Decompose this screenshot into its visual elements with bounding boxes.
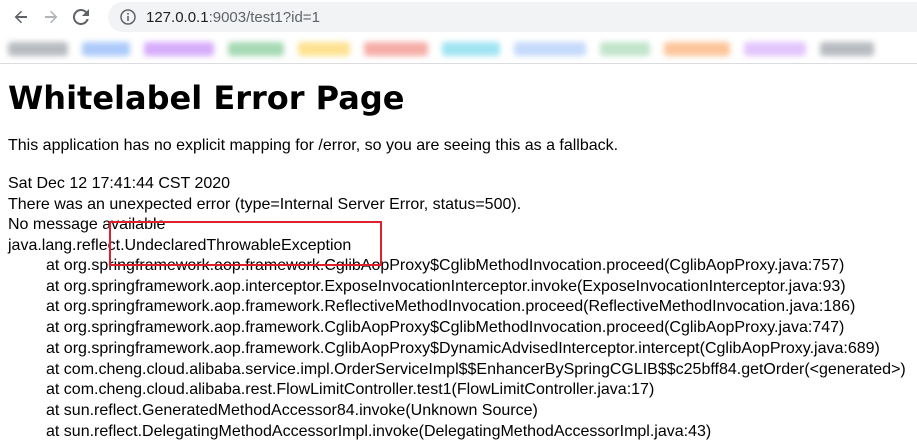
bookmark-item[interactable] xyxy=(228,41,284,56)
stack-trace-line: at org.springframework.aop.framework.Cgl… xyxy=(46,339,880,357)
bookmark-item[interactable] xyxy=(144,41,214,56)
stack-trace-line: at org.springframework.aop.interceptor.E… xyxy=(46,277,846,295)
fallback-message: This application has no explicit mapping… xyxy=(8,137,619,154)
bookmark-item[interactable] xyxy=(820,41,874,56)
bookmark-item[interactable] xyxy=(298,41,350,56)
browser-toolbar: 127.0.0.1:9003/test1?id=1 xyxy=(0,0,917,34)
forward-arrow-icon[interactable] xyxy=(36,2,66,32)
stack-trace: at org.springframework.aop.framework.Cgl… xyxy=(8,256,917,442)
info-icon[interactable] xyxy=(120,9,140,25)
url-text: 127.0.0.1:9003/test1?id=1 xyxy=(146,9,320,26)
bookmark-item[interactable] xyxy=(514,41,586,56)
bookmark-item[interactable] xyxy=(8,41,68,56)
url-path: :9003/test1?id=1 xyxy=(208,8,320,26)
error-line: There was an unexpected error (type=Inte… xyxy=(8,195,522,213)
bookmarks-bar xyxy=(0,34,917,64)
timestamp: Sat Dec 12 17:41:44 CST 2020 xyxy=(8,175,231,192)
back-arrow-icon[interactable] xyxy=(6,2,36,32)
bookmark-item[interactable] xyxy=(600,41,650,56)
bookmark-item[interactable] xyxy=(82,41,130,56)
url-host: 127.0.0.1 xyxy=(146,8,209,26)
stack-trace-line: at org.springframework.aop.framework.Ref… xyxy=(46,298,856,316)
stack-trace-line: at com.cheng.cloud.alibaba.rest.FlowLimi… xyxy=(46,381,655,399)
address-bar[interactable]: 127.0.0.1:9003/test1?id=1 xyxy=(108,2,917,32)
bookmark-item[interactable] xyxy=(664,41,730,56)
bookmark-item[interactable] xyxy=(744,41,806,56)
highlight-box xyxy=(109,221,382,266)
stack-trace-line: at sun.reflect.GeneratedMethodAccessor84… xyxy=(46,401,538,419)
reload-icon[interactable] xyxy=(66,2,96,32)
stack-trace-line: at sun.reflect.DelegatingMethodAccessorI… xyxy=(46,422,712,440)
bookmark-item[interactable] xyxy=(364,41,428,56)
stack-trace-line: at com.cheng.cloud.alibaba.service.impl.… xyxy=(46,360,906,378)
bookmark-item[interactable] xyxy=(442,41,500,56)
stack-trace-line: at org.springframework.aop.framework.Cgl… xyxy=(46,319,845,337)
page-title: Whitelabel Error Page xyxy=(8,79,405,117)
